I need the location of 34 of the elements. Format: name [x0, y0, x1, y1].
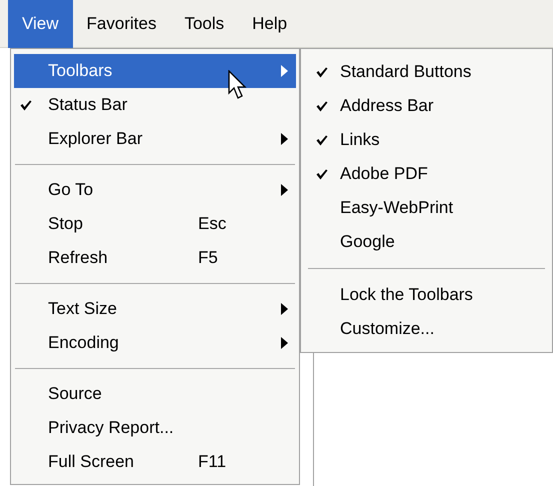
- submenu-item[interactable]: Links: [304, 123, 549, 157]
- submenu-item[interactable]: Customize...: [304, 312, 549, 346]
- submenu-item[interactable]: Lock the Toolbars: [304, 278, 549, 312]
- submenu-arrow-icon: [281, 337, 288, 349]
- submenu-arrow-icon: [281, 303, 288, 315]
- submenu-arrow-icon: [281, 65, 288, 77]
- menu-item[interactable]: Stop Esc: [14, 207, 296, 241]
- menu-item[interactable]: Status Bar: [14, 88, 296, 122]
- submenu-item[interactable]: Address Bar: [304, 89, 549, 123]
- submenu-item[interactable]: Standard Buttons: [304, 55, 549, 89]
- menu-item[interactable]: Source: [14, 377, 296, 411]
- submenu-arrow-icon: [281, 184, 288, 196]
- submenu-item[interactable]: Google: [304, 225, 549, 259]
- menu-item[interactable]: Text Size: [14, 292, 296, 326]
- checkmark-icon: [316, 168, 328, 180]
- checkmark-icon: [20, 100, 32, 110]
- menu-item[interactable]: Refresh F5: [14, 241, 296, 275]
- menu-item[interactable]: Privacy Report...: [14, 411, 296, 445]
- submenu-item[interactable]: Easy-WebPrint: [304, 191, 549, 225]
- checkmark-icon: [316, 66, 328, 78]
- menu-item[interactable]: Encoding: [14, 326, 296, 360]
- submenu-arrow-icon: [281, 133, 288, 145]
- menu-bar-item[interactable]: Help: [238, 0, 302, 48]
- checkmark-icon: [316, 100, 328, 112]
- mouse-pointer-icon: [228, 70, 248, 100]
- submenu-item[interactable]: Adobe PDF: [304, 157, 549, 191]
- menu-bar-item[interactable]: Favorites: [72, 0, 170, 48]
- menu-item[interactable]: Explorer Bar: [14, 122, 296, 156]
- menu-bar-item[interactable]: Tools: [170, 0, 238, 48]
- menu-item[interactable]: Go To: [14, 173, 296, 207]
- menu-item[interactable]: Full Screen F11: [14, 445, 296, 479]
- menu-item[interactable]: Toolbars: [14, 54, 296, 88]
- menu-bar-item[interactable]: View: [8, 0, 73, 48]
- checkmark-icon: [316, 134, 328, 146]
